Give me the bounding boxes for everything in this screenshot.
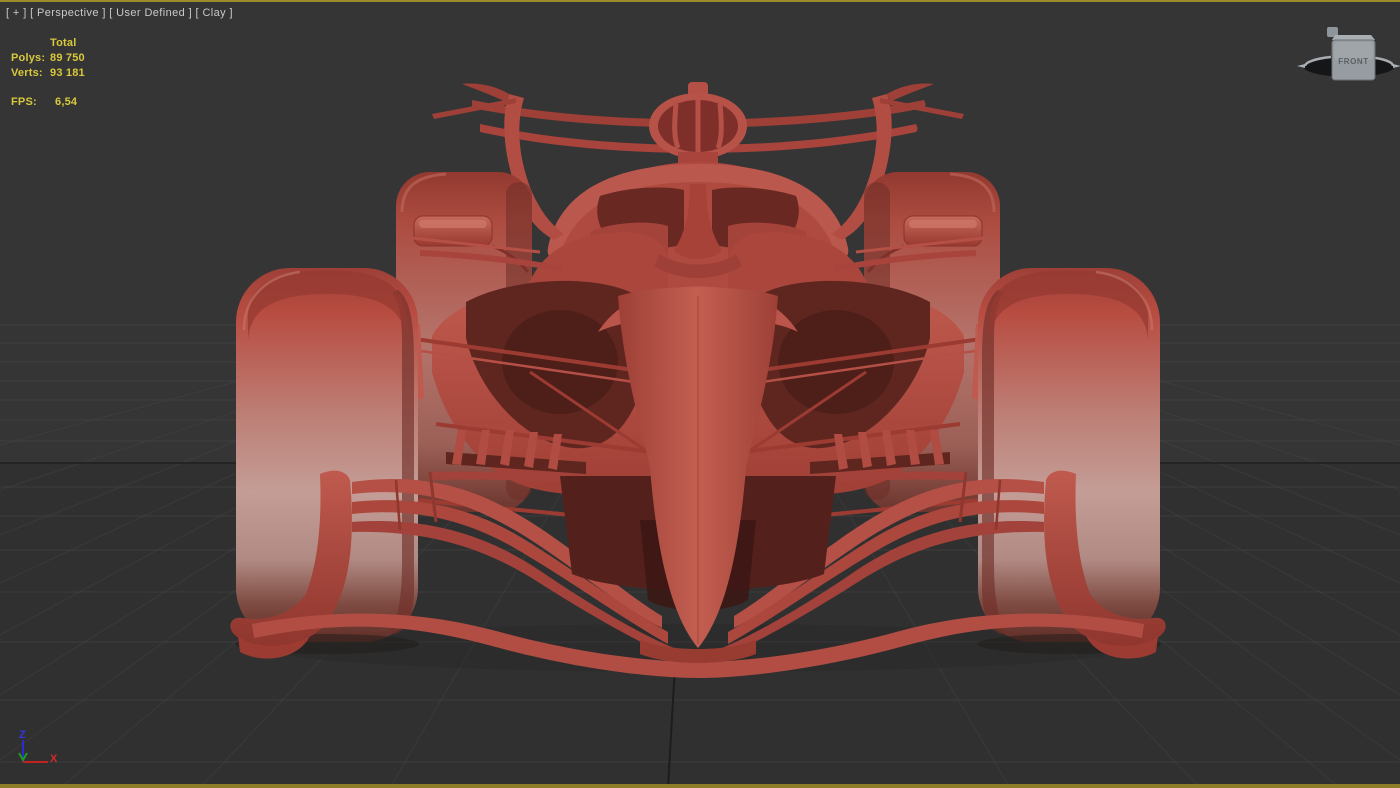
viewcube-top-face[interactable]	[1332, 35, 1375, 40]
stats-fps-value: 6,54	[55, 96, 77, 108]
viewcube-front-label: FRONT	[1338, 57, 1369, 66]
z-axis-label: Z	[19, 729, 26, 741]
perspective-viewport[interactable]: [ + ] [ Perspective ] [ User Defined ] […	[0, 0, 1400, 788]
active-viewport-border-bottom	[0, 784, 1400, 788]
world-axis-gizmo: Z X	[8, 724, 78, 782]
active-viewport-border-top	[0, 0, 1400, 2]
stats-polys-value: 89 750	[50, 52, 85, 64]
stats-fps-label: FPS:	[11, 96, 37, 108]
viewport-label[interactable]: [ + ] [ Perspective ] [ User Defined ] […	[6, 7, 233, 19]
stats-verts-value: 93 181	[50, 67, 85, 79]
viewport-canvas[interactable]	[0, 0, 1400, 788]
stats-polys-label: Polys:	[11, 52, 45, 64]
stats-verts-label: Verts:	[11, 67, 43, 79]
viewcube[interactable]: FRONT	[1283, 14, 1400, 94]
stats-total-header: Total	[50, 37, 76, 49]
x-axis-label: X	[50, 753, 58, 765]
